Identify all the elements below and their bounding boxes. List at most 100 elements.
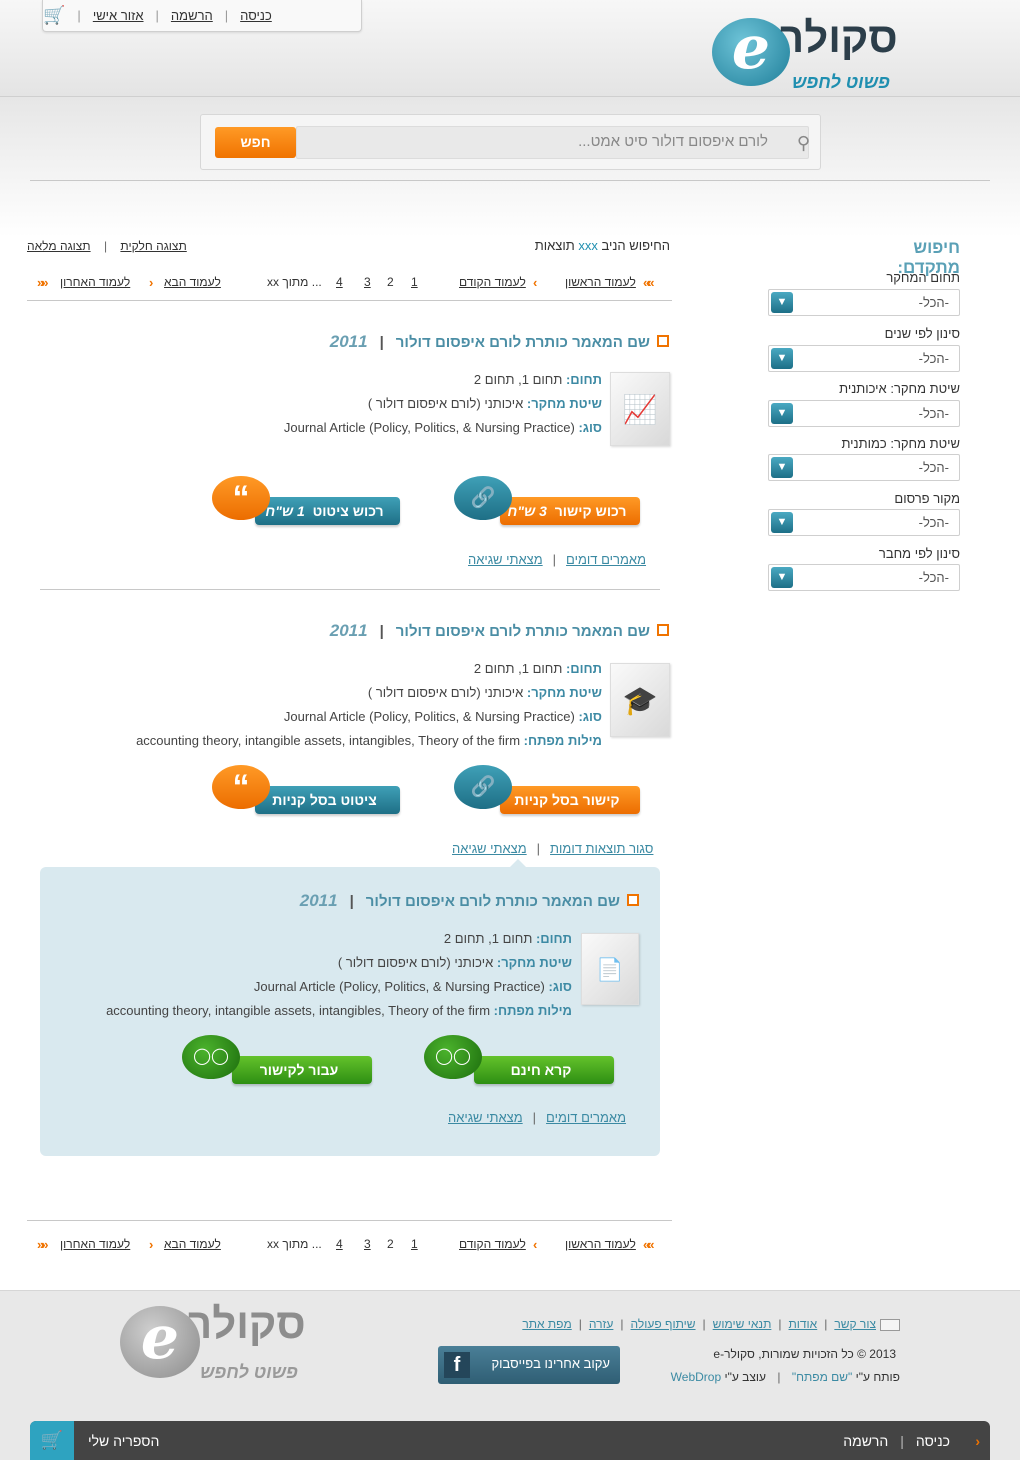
go-to-link-button[interactable]: עבור לקישור ◯◯ (182, 1035, 372, 1087)
similar-title[interactable]: שם המאמר כותרת לורם איפסום דולור|2011 (270, 891, 620, 911)
filter-field-select[interactable]: -הכל- ▼ (768, 289, 960, 316)
filter-source-select[interactable]: -הכל- ▼ (768, 509, 960, 536)
pager-prev[interactable]: לעמוד הקודם (459, 1237, 526, 1251)
pager-page-4[interactable]: 4 (336, 275, 343, 289)
pager-last[interactable]: לעמוד האחרון (60, 275, 130, 289)
similar-links: מאמרים דומים|מצאתי שגיאה (448, 1110, 627, 1125)
similar-articles-link[interactable]: מאמרים דומים (566, 552, 646, 567)
bottom-bar: 🛒 הספריה שלי ‹ כניסה|הרשמה (30, 1421, 990, 1460)
similar-year: 2011 (299, 891, 338, 910)
filter-value: -הכל- (918, 460, 949, 475)
report-error-link[interactable]: מצאתי שגיאה (452, 841, 527, 856)
filter-qualitative-select[interactable]: -הכל- ▼ (768, 400, 960, 427)
quote-icon: “ (212, 765, 270, 809)
search-button[interactable]: חפש (215, 127, 296, 158)
personal-area-link[interactable]: אזור אישי (93, 8, 144, 23)
select-checkbox[interactable] (657, 335, 669, 347)
cart-icon[interactable]: 🛒 (43, 5, 65, 26)
chevron-down-icon: ▼ (771, 567, 793, 588)
filter-years-select[interactable]: -הכל- ▼ (768, 345, 960, 372)
buy-citation-button[interactable]: רכוש ציטוט 1 ש"ח “ (212, 476, 400, 528)
filter-label: סינון לפי מחבר (878, 546, 960, 561)
designer-name[interactable]: WebDrop (671, 1370, 721, 1384)
pager-top: «« לעמוד האחרון ‹ לעמוד הבא ... מתוך xx … (27, 273, 672, 293)
report-error-link[interactable]: מצאתי שגיאה (448, 1110, 523, 1125)
similar-method: איכותני (לורם איפסום דולור ) (337, 955, 494, 970)
pager-page-1[interactable]: 1 (411, 1237, 418, 1251)
footer-logo[interactable]: e סקולר פשוט לחפש (120, 1298, 335, 1390)
result-keywords: accounting theory, intangible assets, in… (136, 733, 521, 748)
footer-link-help[interactable]: עזרה (589, 1317, 614, 1331)
similar-type: Journal Article (Policy, Politics, & Nur… (253, 979, 545, 994)
pager-page-1[interactable]: 1 (411, 275, 418, 289)
facebook-follow-button[interactable]: f עקוב אחרינו בפייסבוק (438, 1346, 620, 1384)
view-full-link[interactable]: תצוגה מלאה (27, 239, 91, 253)
double-chevron-left-icon: «« (37, 1237, 49, 1252)
similar-articles-link[interactable]: מאמרים דומים (546, 1110, 626, 1125)
result-title[interactable]: שם המאמר כותרת לורם איפסום דולור|2011 (300, 332, 650, 352)
my-library-link[interactable]: הספריה שלי (88, 1433, 159, 1449)
glasses-icon: ◯◯ (424, 1035, 482, 1079)
pager-bottom: «« לעמוד האחרון ‹ לעמוד הבא ... מתוך xx … (27, 1235, 672, 1255)
pager-first[interactable]: לעמוד הראשון (565, 275, 636, 289)
cart-icon[interactable]: 🛒 (30, 1421, 74, 1460)
pager-page-4[interactable]: 4 (336, 1237, 343, 1251)
footer-link-sitemap[interactable]: מפת אתר (522, 1317, 571, 1331)
filter-value: -הכל- (918, 351, 949, 366)
pager-page-3[interactable]: 3 (364, 275, 371, 289)
view-toggle: תצוגה חלקית | תצוגה מלאה (27, 239, 187, 253)
site-logo[interactable]: e סקולר פשוט לחפש (712, 12, 927, 96)
result-title[interactable]: שם המאמר כותרת לורם איפסום דולור|2011 (300, 621, 650, 641)
pager-page-2[interactable]: 2 (387, 275, 394, 289)
filter-label: שיטת מחקר: איכותנית (839, 381, 960, 396)
footer-link-cooperation[interactable]: שיתוף פעולה (631, 1317, 696, 1331)
footer-link-about[interactable]: אודות (789, 1317, 818, 1331)
result-links: סגור תוצאות דומות|מצאתי שגיאה (452, 841, 654, 856)
pager-next[interactable]: לעמוד הבא (164, 275, 221, 289)
top-nav: כניסה | הרשמה | אזור אישי | 🛒 (42, 0, 362, 32)
search-input[interactable]: לורם איפסום דולור סיט אמט... (296, 126, 809, 159)
developer-name[interactable]: "שם מפתח" (792, 1370, 853, 1384)
select-checkbox[interactable] (627, 894, 639, 906)
link-in-cart-button[interactable]: קישור בסל קניות 🔗 (454, 765, 640, 817)
filter-label: מקור פרסום (894, 491, 960, 506)
filter-value: -הכל- (918, 515, 949, 530)
similar-keywords: accounting theory, intangible assets, in… (106, 1003, 491, 1018)
footer-link-terms[interactable]: תנאי שימוש (713, 1317, 772, 1331)
chevron-left-icon: ‹ (149, 1237, 154, 1252)
results-count: xxx (578, 238, 598, 253)
link-icon: 🔗 (454, 765, 512, 809)
copyright: 2013 © כל הזכויות שמורות, סקולר-e (713, 1347, 896, 1361)
close-similar-link[interactable]: סגור תוצאות דומות (550, 841, 653, 856)
citation-in-cart-button[interactable]: ציטוט בסל קניות “ (212, 765, 400, 817)
result-type: Journal Article (Policy, Politics, & Nur… (283, 420, 575, 435)
pager-last[interactable]: לעמוד האחרון (60, 1237, 130, 1251)
view-partial-link[interactable]: תצוגה חלקית (120, 239, 186, 253)
report-error-link[interactable]: מצאתי שגיאה (468, 552, 543, 567)
pager-next[interactable]: לעמוד הבא (164, 1237, 221, 1251)
divider (40, 589, 660, 590)
result-field: תחום 1, תחום 2 (473, 372, 563, 387)
filter-author-select[interactable]: -הכל- ▼ (768, 564, 960, 591)
buy-link-button[interactable]: רכוש קישור 3 ש"ח 🔗 (454, 476, 640, 528)
bottom-login-link[interactable]: כניסה (916, 1433, 950, 1449)
mail-icon (880, 1318, 900, 1331)
divider (27, 1220, 672, 1221)
filter-quantitative-select[interactable]: -הכל- ▼ (768, 454, 960, 481)
pager-page-3[interactable]: 3 (364, 1237, 371, 1251)
filter-value: -הכל- (918, 406, 949, 421)
pager-first[interactable]: לעמוד הראשון (565, 1237, 636, 1251)
read-free-button[interactable]: קרא חינם ◯◯ (424, 1035, 614, 1087)
footer-links: צור קשר|אודות|תנאי שימוש|שיתוף פעולה|עזר… (440, 1317, 900, 1331)
bottom-register-link[interactable]: הרשמה (843, 1433, 888, 1449)
filter-value: -הכל- (918, 295, 949, 310)
pager-page-2[interactable]: 2 (387, 1237, 394, 1251)
login-link[interactable]: כניסה (240, 8, 272, 23)
double-chevron-right-icon: »» (643, 275, 655, 290)
pager-prev[interactable]: לעמוד הקודם (459, 275, 526, 289)
footer-link-contact[interactable]: צור קשר (834, 1317, 876, 1331)
select-checkbox[interactable] (657, 624, 669, 636)
result-method: איכותני (לורם איפסום דולור ) (367, 685, 524, 700)
register-link[interactable]: הרשמה (171, 8, 213, 23)
filter-label: סינון לפי שנים (884, 326, 960, 341)
